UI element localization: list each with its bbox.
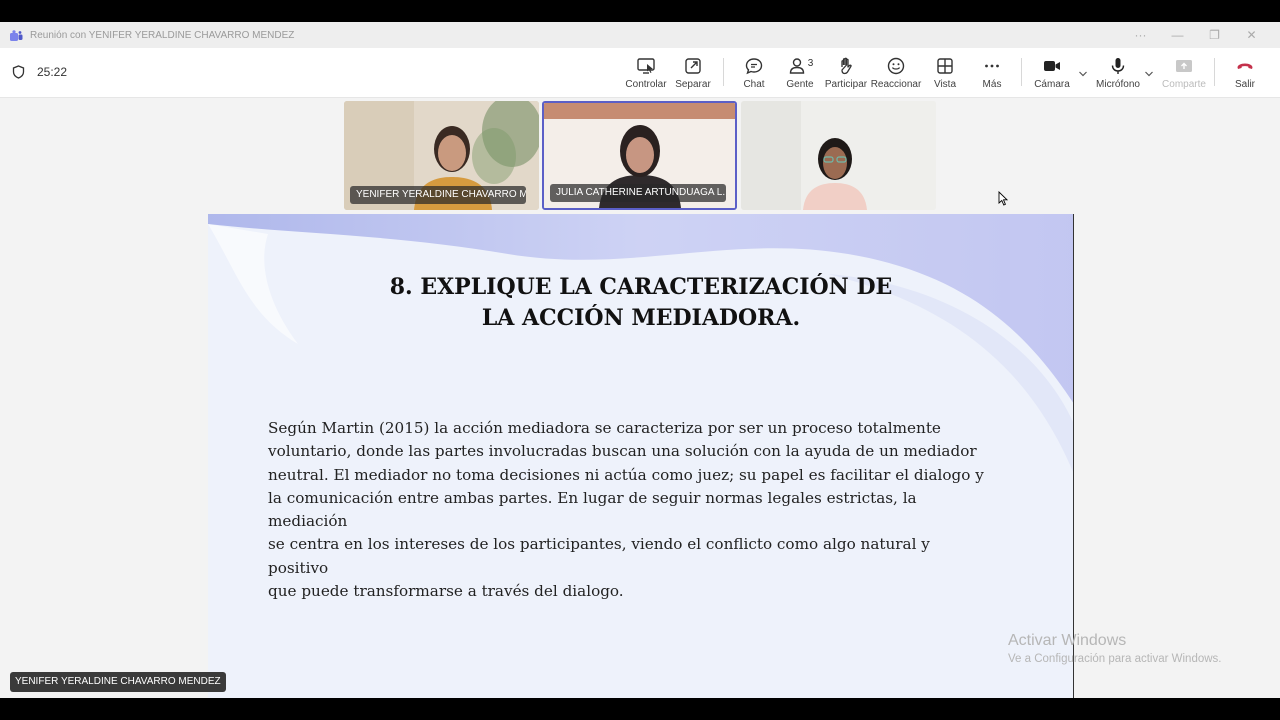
bottom-black-bar: [0, 698, 1280, 720]
raise-hand-label: Participar: [824, 79, 868, 90]
title-bar: Reunión con YENIFER YERALDINE CHAVARRO M…: [0, 22, 1280, 48]
slide-title-line: 8. EXPLIQUE LA CARACTERIZACIÓN DE: [389, 274, 893, 300]
meeting-timer: 25:22: [12, 65, 67, 79]
people-count: 3: [807, 58, 814, 69]
chat-label: Chat: [743, 79, 765, 90]
slide-body-line: neutral. El mediador no toma decisiones …: [268, 465, 984, 484]
minimize-icon[interactable]: —: [1159, 28, 1196, 42]
teams-icon: [9, 29, 23, 41]
slide-body-line: voluntario, donde las partes involucrada…: [268, 442, 977, 461]
slide-body-text: Según Martin (2015) la acción mediadora …: [268, 417, 988, 603]
pop-out-button[interactable]: Separar: [663, 56, 723, 90]
hang-up-icon: [1237, 63, 1253, 69]
screen-pointer-icon: [637, 58, 655, 74]
react-label: Reaccionar: [870, 79, 922, 90]
mouse-pointer-icon: [998, 191, 1008, 206]
control-label: Controlar: [625, 79, 667, 90]
camera-label: Cámara: [1034, 79, 1070, 90]
slide-body-line: la comunicación entre ambas partes. En l…: [268, 488, 917, 531]
close-icon[interactable]: ✕: [1233, 28, 1270, 42]
camera-options-chevron-icon[interactable]: [1078, 70, 1088, 80]
pop-out-label: Separar: [675, 79, 711, 90]
windows-activation-watermark: Activar Windows Ve a Configuración para …: [1008, 632, 1222, 665]
people-icon: [789, 58, 804, 74]
share-label: Comparte: [1162, 79, 1206, 90]
video-camera-icon: [1044, 61, 1060, 71]
more-button[interactable]: Más: [962, 56, 1022, 90]
more-options-icon[interactable]: ···: [1122, 28, 1159, 42]
meeting-stage: YENIFER YERALDINE CHAVARRO M... JULIA CA…: [0, 98, 1280, 698]
window-title: Reunión con YENIFER YERALDINE CHAVARRO M…: [30, 29, 295, 41]
shared-presentation-slide: 8. EXPLIQUE LA CARACTERIZACIÓN DE LA ACC…: [208, 214, 1074, 698]
meeting-toolbar: 25:22 Controlar Separar Chat 3 Gente Par…: [0, 48, 1280, 98]
slide-body-line: se centra en los intereses de los partic…: [268, 535, 930, 577]
participant-video-tile[interactable]: YENIFER YERALDINE CHAVARRO M...: [344, 101, 539, 210]
pop-out-icon: [685, 58, 701, 74]
slide-title: 8. EXPLIQUE LA CARACTERIZACIÓN DE LA ACC…: [208, 272, 1073, 334]
microphone-label: Micrófono: [1096, 79, 1140, 90]
shield-icon: [12, 65, 25, 79]
window-controls: ··· — ❐ ✕: [1122, 22, 1270, 48]
presenter-name-label: YENIFER YERALDINE CHAVARRO MENDEZ: [10, 672, 226, 692]
participant-video-tile-active[interactable]: JULIA CATHERINE ARTUNDUAGA L...: [542, 101, 737, 210]
timer-text: 25:22: [37, 65, 68, 79]
slide-body-line: Según Martin (2015) la acción mediadora …: [268, 419, 941, 437]
share-button[interactable]: Comparte: [1154, 56, 1214, 90]
watermark-title: Activar Windows: [1008, 632, 1127, 649]
microphone-icon: [1111, 58, 1125, 74]
grid-view-icon: [937, 58, 953, 74]
watermark-subtitle: Ve a Configuración para activar Windows.: [1008, 653, 1222, 665]
more-icon: [985, 64, 999, 68]
share-screen-icon: [1176, 60, 1192, 72]
leave-button[interactable]: Salir: [1215, 56, 1275, 90]
slide-body-line: que puede transformarse a través del dia…: [268, 582, 624, 601]
people-label: Gente: [786, 79, 814, 90]
microphone-options-chevron-icon[interactable]: [1144, 70, 1154, 80]
top-black-bar: [0, 0, 1280, 22]
restore-icon[interactable]: ❐: [1196, 28, 1233, 42]
chat-icon: [745, 58, 763, 75]
more-label: Más: [982, 79, 1002, 90]
camera-button[interactable]: Cámara: [1022, 56, 1082, 90]
raise-hand-icon: [841, 57, 852, 75]
participant-name: JULIA CATHERINE ARTUNDUAGA L...: [550, 184, 726, 202]
participant-name: YENIFER YERALDINE CHAVARRO M...: [350, 186, 526, 204]
participant-video: [741, 101, 936, 210]
slide-title-line: LA ACCIÓN MEDIADORA.: [481, 305, 801, 331]
view-label: Vista: [933, 79, 957, 90]
participant-video-tile[interactable]: [741, 101, 936, 210]
microphone-button[interactable]: Micrófono: [1088, 56, 1148, 90]
smiley-icon: [887, 57, 905, 75]
leave-label: Salir: [1234, 79, 1255, 90]
